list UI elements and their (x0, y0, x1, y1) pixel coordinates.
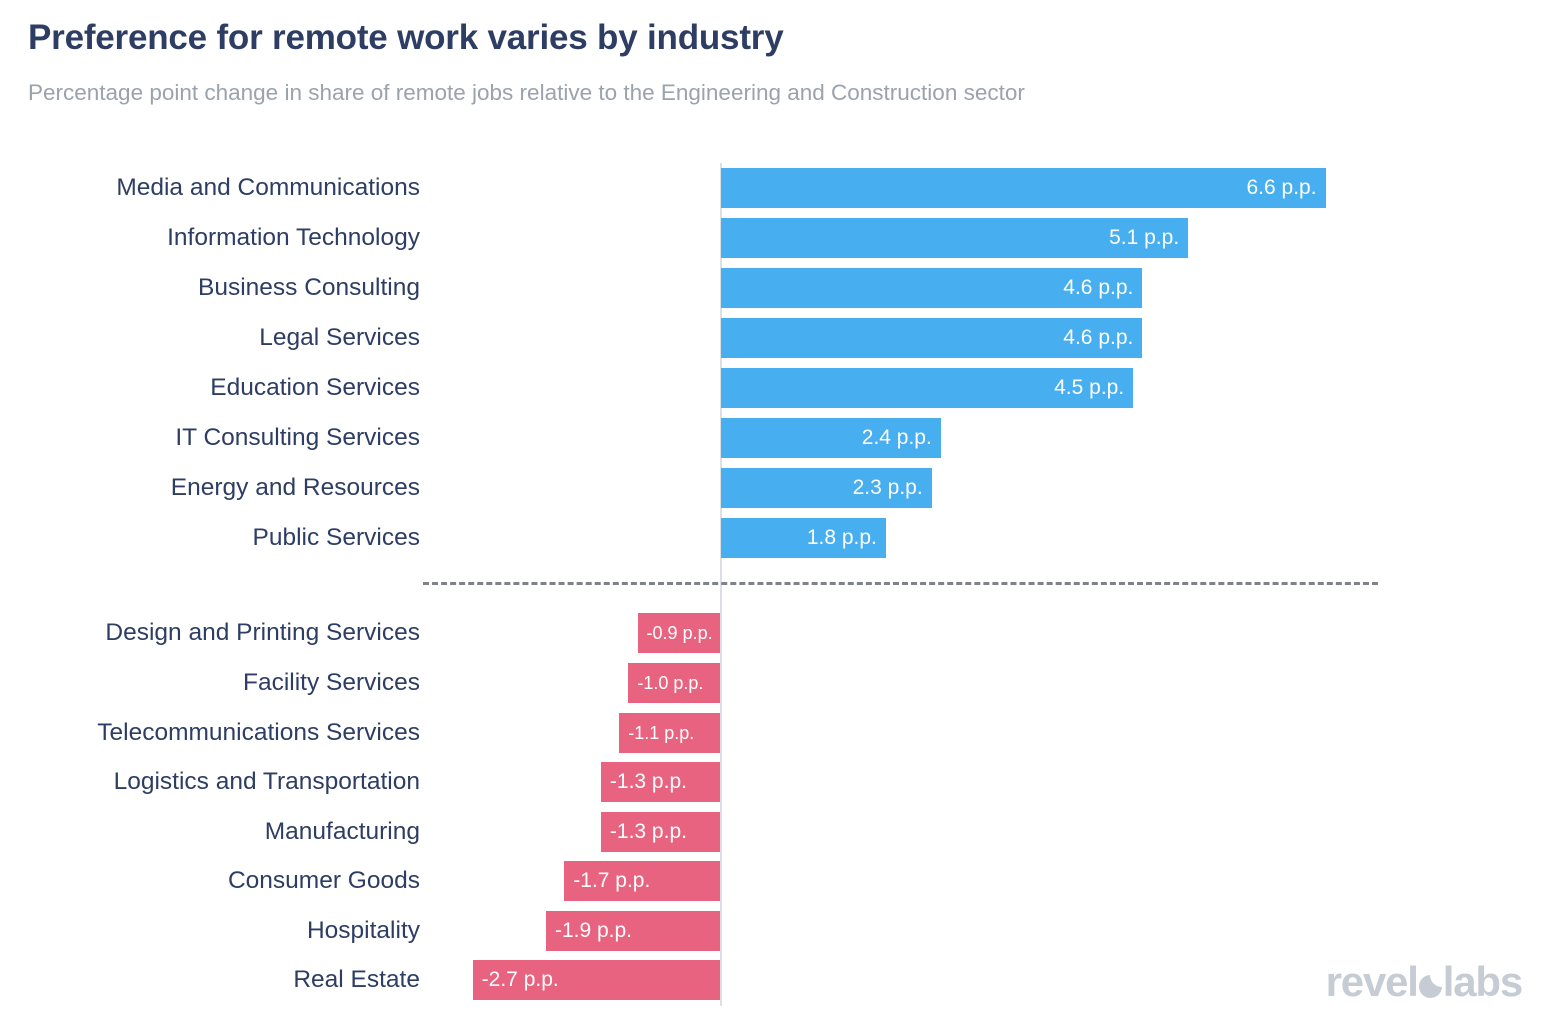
bar-value-label: 4.5 p.p. (1054, 376, 1125, 399)
table-row: Manufacturing -1.3 p.p. (0, 812, 1546, 852)
table-row: Logistics and Transportation -1.3 p.p. (0, 762, 1546, 802)
negative-bar[interactable]: -1.9 p.p. (545, 911, 720, 951)
category-label: Real Estate (293, 966, 420, 993)
bar-value-label: -1.1 p.p. (628, 722, 695, 743)
bar-value-label: 4.6 p.p. (1063, 276, 1134, 299)
bar-value-label: 4.6 p.p. (1063, 326, 1134, 349)
category-label: Hospitality (306, 917, 420, 944)
table-row: Legal Services 4.6 p.p. (0, 318, 1546, 358)
category-label: Education Services (210, 374, 420, 401)
category-label: Manufacturing (264, 818, 420, 845)
bar-value-label: -2.7 p.p. (481, 968, 559, 991)
bar-value-label: 2.3 p.p. (852, 476, 923, 499)
positive-bar[interactable]: 2.3 p.p. (721, 468, 932, 508)
table-row: Energy and Resources 2.3 p.p. (0, 468, 1546, 508)
bar-value-label: 6.6 p.p. (1246, 176, 1317, 199)
positive-bar[interactable]: 2.4 p.p. (721, 418, 941, 458)
bar-value-label: -1.3 p.p. (609, 770, 687, 793)
bar-value-label: -0.9 p.p. (646, 622, 713, 643)
watermark-text-before: revel (1325, 958, 1419, 1005)
positive-bar[interactable]: 1.8 p.p. (721, 518, 886, 558)
category-label: IT Consulting Services (175, 424, 420, 451)
category-label: Logistics and Transportation (113, 768, 420, 795)
bar-value-label: -1.7 p.p. (573, 869, 651, 892)
table-row: Public Services 1.8 p.p. (0, 518, 1546, 558)
bar-value-label: 2.4 p.p. (861, 426, 932, 449)
category-label: Facility Services (243, 669, 420, 696)
table-row: Information Technology 5.1 p.p. (0, 218, 1546, 258)
category-label: Design and Printing Services (105, 619, 420, 646)
bar-value-label: -1.3 p.p. (609, 820, 687, 843)
table-row: Consumer Goods -1.7 p.p. (0, 861, 1546, 901)
bar-chart-plot-area: Media and Communications 6.6 p.p. Informat… (0, 0, 1546, 1022)
category-label: Information Technology (167, 224, 420, 251)
positive-bar[interactable]: 5.1 p.p. (721, 218, 1189, 258)
negative-bar[interactable]: -1.1 p.p. (619, 713, 720, 753)
positive-bar[interactable]: 4.6 p.p. (721, 268, 1143, 308)
table-row: Design and Printing Services -0.9 p.p. (0, 613, 1546, 653)
bar-value-label: 5.1 p.p. (1109, 226, 1180, 249)
table-row: Business Consulting 4.6 p.p. (0, 268, 1546, 308)
category-label: Business Consulting (198, 274, 420, 301)
category-label: Consumer Goods (227, 867, 420, 894)
category-label: Media and Communications (116, 174, 420, 201)
category-label: Legal Services (259, 324, 420, 351)
table-row: Education Services 4.5 p.p. (0, 368, 1546, 408)
revelio-circle-icon (1418, 974, 1442, 998)
positive-bar[interactable]: 4.6 p.p. (721, 318, 1143, 358)
category-label: Energy and Resources (170, 474, 420, 501)
watermark-text-after: labs (1442, 958, 1523, 1005)
negative-bar[interactable]: -2.7 p.p. (472, 960, 720, 1000)
table-row: Real Estate -2.7 p.p. (0, 960, 1546, 1000)
category-label: Telecommunications Services (97, 719, 420, 746)
table-row: Hospitality -1.9 p.p. (0, 911, 1546, 951)
negative-bar[interactable]: -1.7 p.p. (564, 861, 720, 901)
bar-value-label: -1.9 p.p. (554, 919, 633, 942)
table-row: Media and Communications 6.6 p.p. (0, 168, 1546, 208)
table-row: Facility Services -1.0 p.p. (0, 663, 1546, 703)
positive-negative-divider (423, 582, 1378, 585)
positive-bar[interactable]: 6.6 p.p. (721, 168, 1326, 208)
table-row: IT Consulting Services 2.4 p.p. (0, 418, 1546, 458)
chart-page: Preference for remote work varies by ind… (0, 0, 1546, 1022)
bar-value-label: 1.8 p.p. (806, 526, 877, 549)
negative-bar[interactable]: -0.9 p.p. (637, 613, 720, 653)
positive-bar[interactable]: 4.5 p.p. (721, 368, 1134, 408)
negative-bar[interactable]: -1.3 p.p. (600, 812, 720, 852)
bar-value-label: -1.0 p.p. (637, 672, 704, 693)
negative-bar[interactable]: -1.0 p.p. (628, 663, 720, 703)
revelio-labs-watermark: revel labs (1325, 958, 1524, 1006)
category-label: Public Services (252, 524, 420, 551)
table-row: Telecommunications Services -1.1 p.p. (0, 713, 1546, 753)
negative-bar[interactable]: -1.3 p.p. (600, 762, 720, 802)
